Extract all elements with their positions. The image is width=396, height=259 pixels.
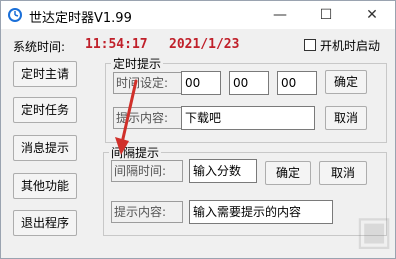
exit-program-button[interactable]: 退出程序: [13, 210, 77, 236]
timed-reminder-title: 定时提示: [111, 55, 164, 72]
timed-content-input[interactable]: 下载吧: [181, 106, 315, 130]
interval-content-label: 提示内容:: [111, 201, 183, 223]
minimize-button[interactable]: —: [257, 1, 303, 29]
other-functions-button[interactable]: 其他功能: [13, 173, 77, 199]
current-date: 2021/1/23: [169, 37, 240, 52]
interval-content-input[interactable]: 输入需要提示的内容: [189, 200, 333, 224]
startup-checkbox[interactable]: [304, 39, 316, 51]
startup-label: 开机时启动: [320, 39, 381, 53]
interval-minutes-input[interactable]: 输入分数: [189, 159, 257, 183]
system-time-label: 系统时间:: [13, 40, 66, 54]
interval-time-label: 间隔时间:: [111, 160, 183, 182]
timed-confirm-button[interactable]: 确定: [325, 70, 367, 94]
timed-cancel-button[interactable]: 取消: [325, 106, 367, 130]
second-input[interactable]: 00: [277, 71, 317, 95]
minute-input[interactable]: 00: [229, 71, 269, 95]
clock-app-icon: [8, 8, 22, 22]
current-time: 11:54:17: [85, 37, 148, 52]
window-title: 世达定时器V1.99: [29, 11, 132, 26]
interval-confirm-button[interactable]: 确定: [265, 161, 311, 185]
interval-cancel-button[interactable]: 取消: [319, 161, 367, 185]
red-arrow-annotation: [115, 79, 138, 155]
maximize-button[interactable]: ☐: [303, 1, 349, 29]
timer-task-button[interactable]: 定时任务: [13, 97, 77, 123]
message-reminder-button[interactable]: 消息提示: [13, 135, 77, 161]
watermark-logo: ▣: [355, 208, 393, 254]
timer-main-button[interactable]: 定时主请: [13, 61, 77, 87]
title-bar: 世达定时器V1.99 — ☐ ✕: [1, 1, 395, 29]
hour-input[interactable]: 00: [181, 71, 221, 95]
close-button[interactable]: ✕: [349, 1, 395, 29]
app-window: 世达定时器V1.99 — ☐ ✕ 系统时间: 11:54:17 2021/1/2…: [0, 0, 396, 259]
